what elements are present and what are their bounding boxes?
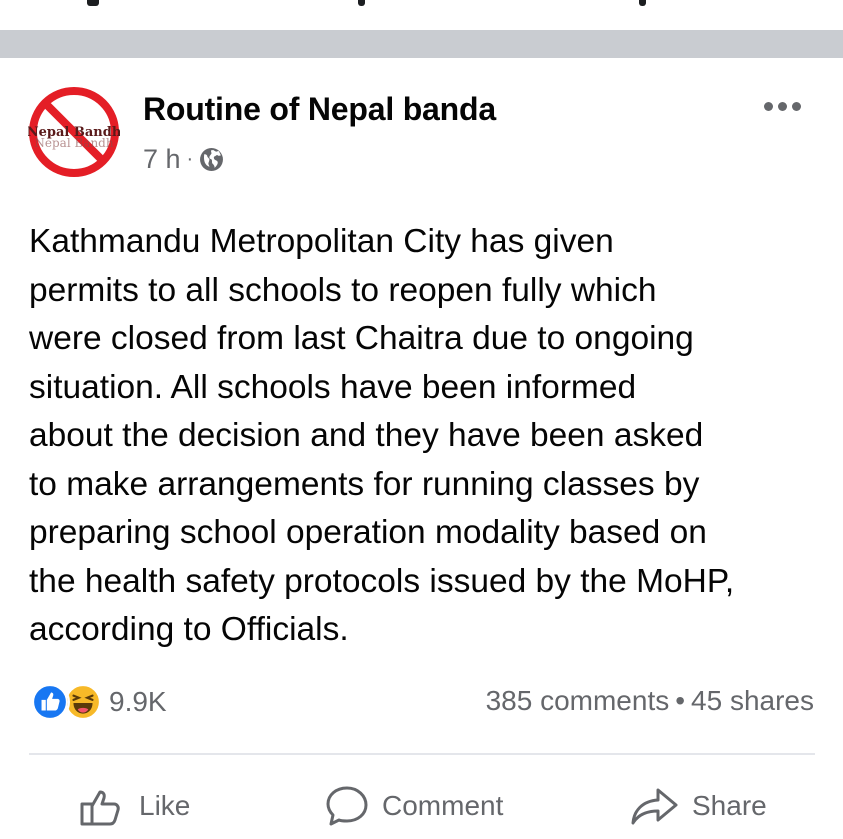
comment-icon bbox=[326, 786, 368, 826]
more-dot bbox=[763, 101, 773, 111]
shares-count-link[interactable]: 45 shares bbox=[691, 685, 814, 716]
share-label: Share bbox=[692, 790, 767, 821]
previous-post-remnant bbox=[0, 0, 843, 30]
more-dot bbox=[791, 101, 801, 111]
post-card: Nepal Bandh Nepal Bandh Routine of Nepal… bbox=[0, 58, 843, 839]
no-entry-icon: Nepal Bandh Nepal Bandh bbox=[27, 87, 122, 177]
more-options-button[interactable] bbox=[760, 96, 804, 116]
post-meta: 7 h · bbox=[143, 144, 224, 175]
feed-divider bbox=[0, 30, 843, 58]
avatar-text-shadow: Nepal Bandh bbox=[34, 136, 113, 150]
share-button[interactable]: Share bbox=[630, 786, 767, 826]
post-body-text: Kathmandu Metropolitan City has given pe… bbox=[29, 223, 735, 648]
thumbs-up-icon bbox=[80, 790, 120, 826]
like-label: Like bbox=[139, 790, 191, 821]
comments-count-link[interactable]: 385 comments bbox=[486, 685, 670, 716]
share-arrow-icon bbox=[631, 788, 678, 825]
post-author[interactable]: Routine of Nepal banda bbox=[143, 91, 496, 128]
meta-separator: · bbox=[186, 148, 194, 170]
like-reaction-icon bbox=[30, 682, 70, 722]
avatar[interactable]: Nepal Bandh Nepal Bandh bbox=[27, 86, 122, 178]
engagement-stats: 385 comments • 45 shares bbox=[486, 685, 814, 717]
action-divider bbox=[29, 753, 815, 755]
clipped-text-fragment bbox=[87, 0, 99, 6]
reactions-summary[interactable]: 9.9K bbox=[30, 682, 167, 722]
globe-icon bbox=[200, 148, 224, 171]
reaction-count: 9.9K bbox=[109, 686, 167, 717]
post-time[interactable]: 7 h bbox=[143, 144, 181, 175]
clipped-text-fragment bbox=[358, 0, 365, 6]
comment-label: Comment bbox=[382, 790, 504, 821]
clipped-text-fragment bbox=[639, 0, 646, 6]
more-dot bbox=[777, 101, 787, 111]
comment-button[interactable]: Comment bbox=[324, 786, 503, 826]
stats-separator: • bbox=[675, 685, 686, 716]
like-button[interactable]: Like bbox=[79, 786, 190, 826]
